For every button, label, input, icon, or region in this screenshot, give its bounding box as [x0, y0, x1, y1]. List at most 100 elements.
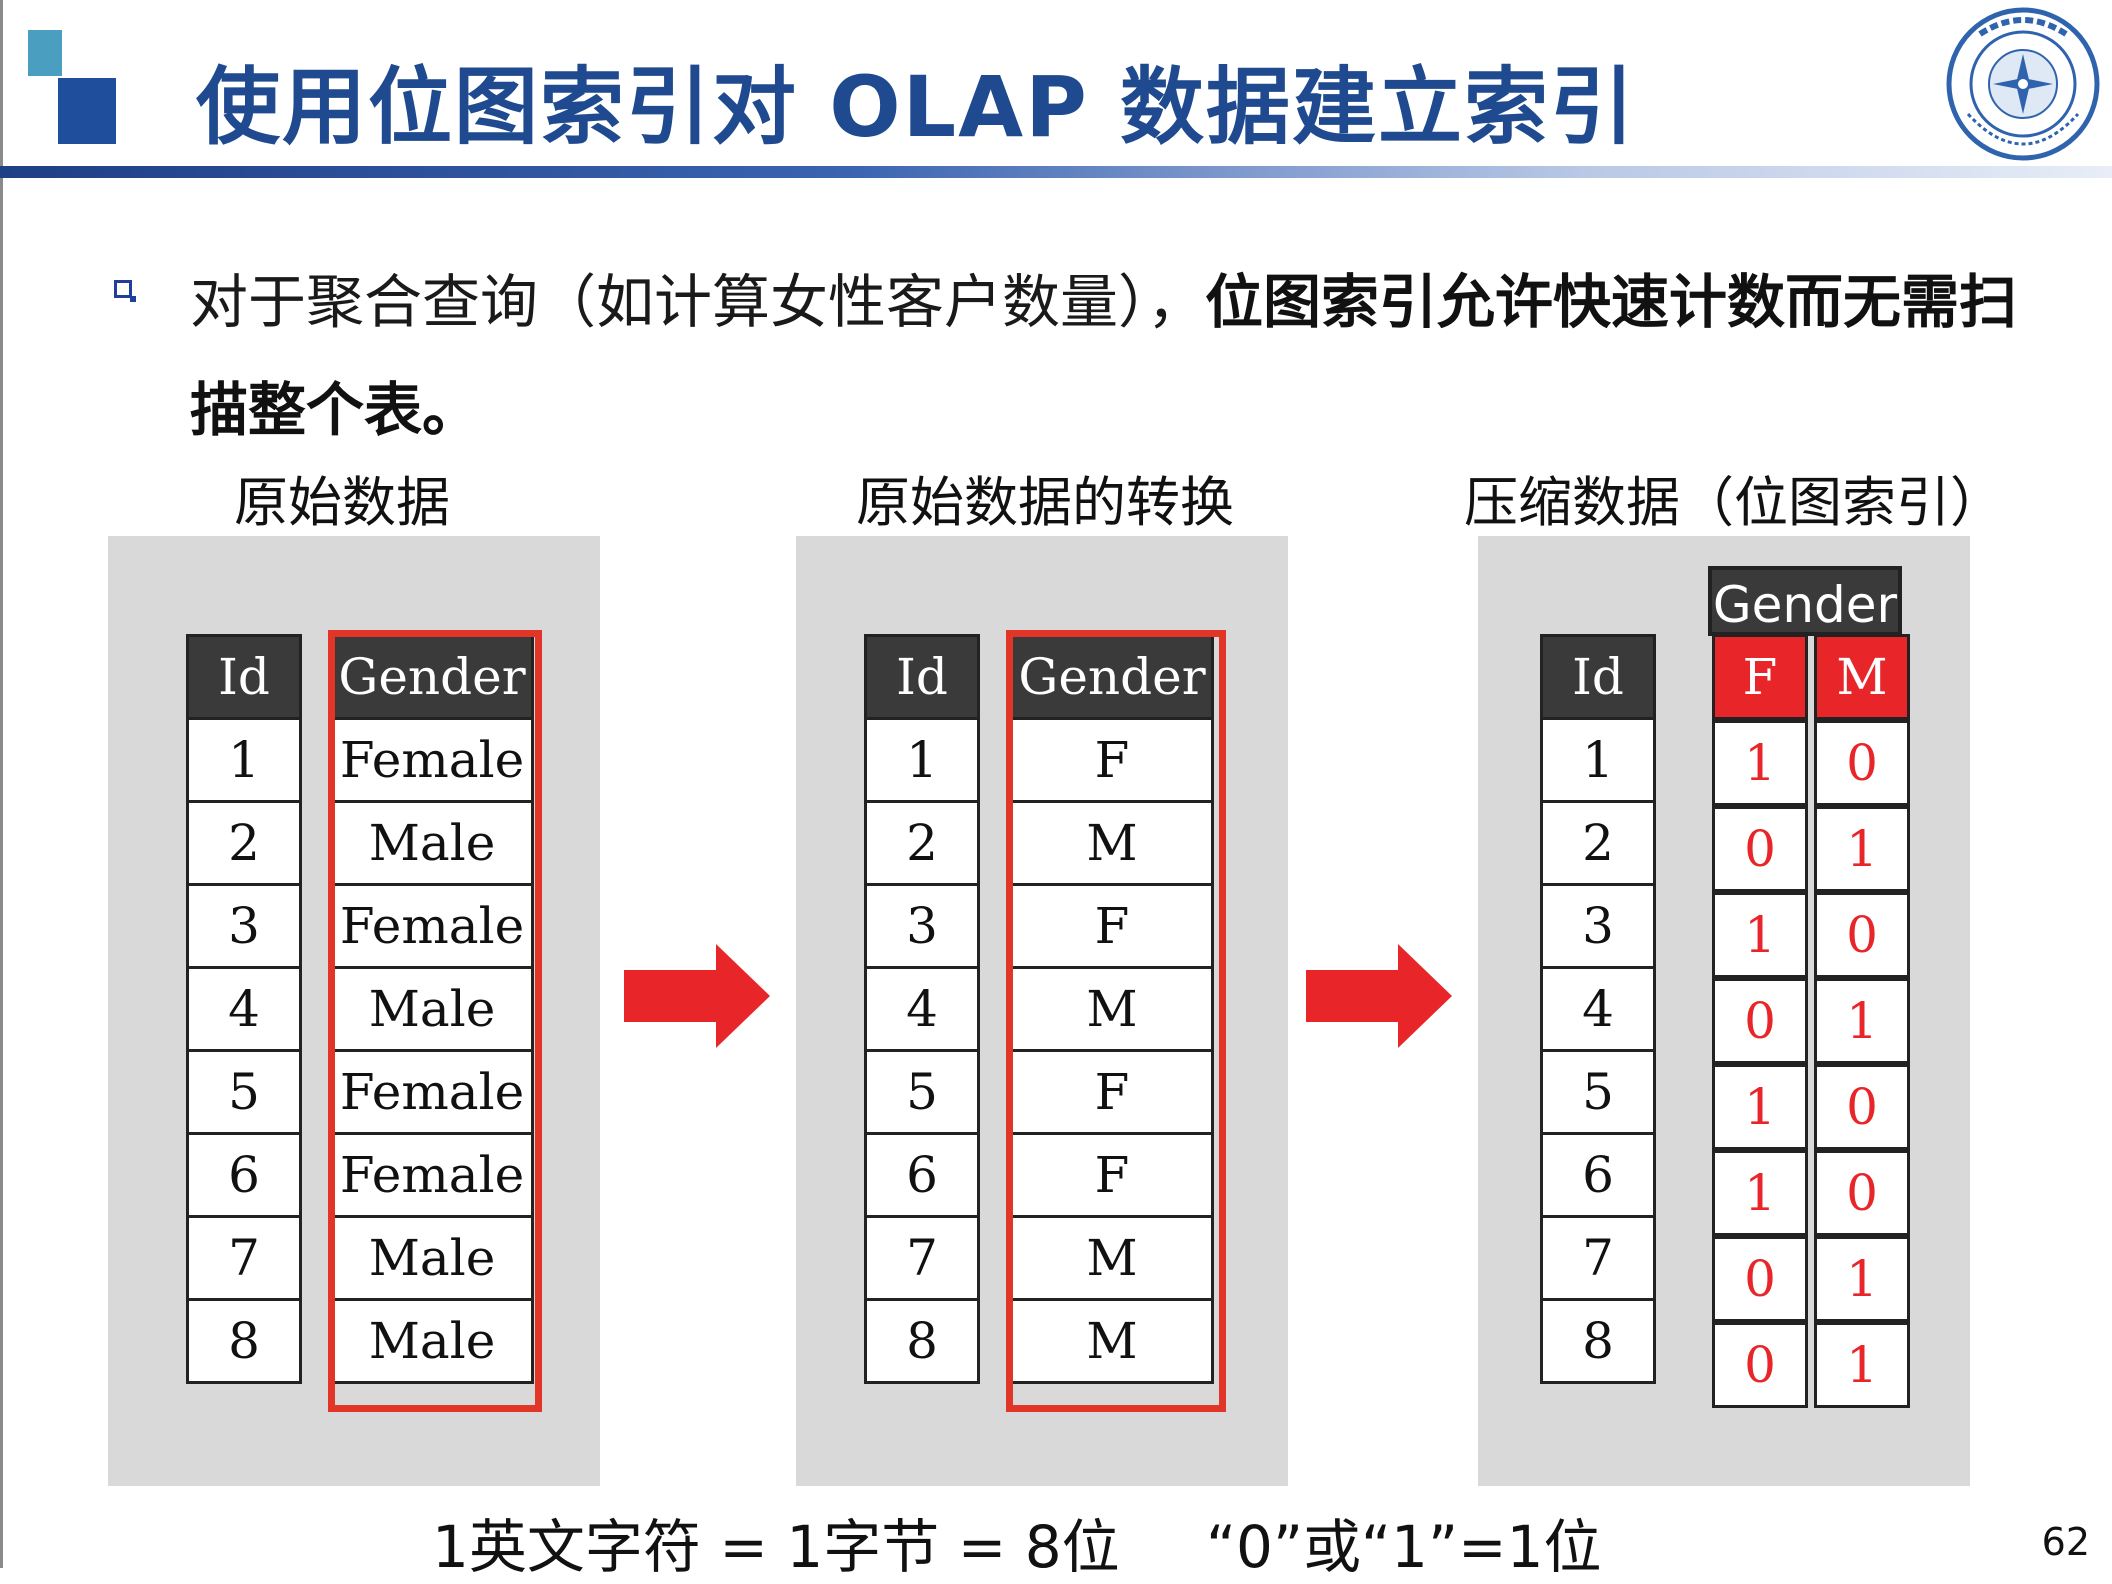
- page-number: 62: [2041, 1520, 2090, 1564]
- m-bit-cell: 0: [1814, 1150, 1910, 1236]
- gender-cell: F: [1010, 883, 1214, 969]
- table-row: 1: [186, 717, 302, 803]
- id-cell: 6: [186, 1132, 302, 1218]
- table-row: 7: [186, 1215, 302, 1301]
- table-row: Female: [330, 717, 534, 803]
- m-bit-cell: 1: [1814, 978, 1910, 1064]
- gender-cell: Female: [330, 1049, 534, 1135]
- gender-cell: F: [1010, 1049, 1214, 1135]
- table-row: 6: [186, 1132, 302, 1218]
- f-bit-cell: 1: [1712, 892, 1808, 978]
- m-column-header: M: [1814, 634, 1910, 720]
- table-row: 5: [1540, 1049, 1656, 1135]
- table-row: 2: [864, 800, 980, 886]
- table-row: 10: [1712, 1064, 1910, 1150]
- m-bit-cell: 1: [1814, 1236, 1910, 1322]
- table-row: F: [1010, 1049, 1214, 1135]
- id-cell: 5: [1540, 1049, 1656, 1135]
- id-cell: 2: [864, 800, 980, 886]
- bitmap-bits-table: F M 1001100110100101: [1706, 634, 1916, 1408]
- table-row: 2: [1540, 800, 1656, 886]
- table-row: 10: [1712, 1150, 1910, 1236]
- table-row: M: [1010, 1215, 1214, 1301]
- f-bit-cell: 1: [1712, 1064, 1808, 1150]
- id-cell: 4: [186, 966, 302, 1052]
- table-row: Male: [330, 966, 534, 1052]
- raw-data-title: 原始数据: [234, 471, 450, 534]
- footnote-byte: 1英文字符 = 1字节 = 8位: [432, 1513, 1120, 1581]
- f-bit-cell: 0: [1712, 1236, 1808, 1322]
- m-bit-cell: 1: [1814, 1322, 1910, 1408]
- gender-cell: M: [1010, 1215, 1214, 1301]
- table-row: M: [1010, 800, 1214, 886]
- gender-cell: Male: [330, 1298, 534, 1384]
- table-row: 7: [864, 1215, 980, 1301]
- compressed-data-title: 压缩数据（位图索引）: [1464, 471, 2004, 534]
- m-bit-cell: 1: [1814, 806, 1910, 892]
- id-cell: 6: [1540, 1132, 1656, 1218]
- id-header: Id: [1540, 634, 1656, 720]
- f-column-header: F: [1712, 634, 1808, 720]
- id-header: Id: [186, 634, 302, 720]
- table-row: 10: [1712, 892, 1910, 978]
- id-cell: 3: [186, 883, 302, 969]
- raw-gender-table: Gender Female Male Female Male Female Female M…: [330, 634, 534, 1384]
- id-cell: 1: [186, 717, 302, 803]
- id-cell: 1: [1540, 717, 1656, 803]
- title-underline: [0, 166, 2112, 178]
- table-row: 8: [1540, 1298, 1656, 1384]
- table-row: 7: [1540, 1215, 1656, 1301]
- table-row: 4: [186, 966, 302, 1052]
- table-row: 8: [864, 1298, 980, 1384]
- gender-cell: Male: [330, 1215, 534, 1301]
- table-row: 5: [186, 1049, 302, 1135]
- f-bit-cell: 0: [1712, 806, 1808, 892]
- table-row: Male: [330, 800, 534, 886]
- id-cell: 7: [1540, 1215, 1656, 1301]
- university-seal-icon: [1946, 7, 2100, 161]
- id-cell: 8: [1540, 1298, 1656, 1384]
- gender-cell: F: [1010, 1132, 1214, 1218]
- table-row: F: [1010, 883, 1214, 969]
- table-row: Female: [330, 1049, 534, 1135]
- id-cell: 7: [864, 1215, 980, 1301]
- id-cell: 2: [1540, 800, 1656, 886]
- table-row: M: [1010, 1298, 1214, 1384]
- slide-title: 使用位图索引对 OLAP 数据建立索引: [196, 58, 1636, 156]
- gender-cell: Male: [330, 800, 534, 886]
- gender-cell: F: [1010, 717, 1214, 803]
- id-cell: 3: [1540, 883, 1656, 969]
- f-bit-cell: 0: [1712, 1322, 1808, 1408]
- id-header: Id: [864, 634, 980, 720]
- gender-header: Gender: [1010, 634, 1214, 720]
- id-cell: 8: [864, 1298, 980, 1384]
- table-row: 01: [1712, 1236, 1910, 1322]
- gender-cell: Male: [330, 966, 534, 1052]
- table-row: F: [1010, 1132, 1214, 1218]
- id-cell: 5: [864, 1049, 980, 1135]
- table-row: Male: [330, 1215, 534, 1301]
- raw-id-table: Id 12345678: [186, 634, 302, 1384]
- table-row: 1: [1540, 717, 1656, 803]
- table-row: 01: [1712, 1322, 1910, 1408]
- decorative-square-dark: [58, 78, 116, 144]
- table-row: Male: [330, 1298, 534, 1384]
- table-row: 6: [864, 1132, 980, 1218]
- gender-cell: M: [1010, 800, 1214, 886]
- transformed-gender-table: Gender FMFMFFMM: [1010, 634, 1214, 1384]
- bitmap-id-table: Id 12345678: [1540, 634, 1656, 1384]
- table-row: 1: [864, 717, 980, 803]
- gender-header: Gender: [330, 634, 534, 720]
- table-row: 3: [186, 883, 302, 969]
- f-bit-cell: 1: [1712, 720, 1808, 806]
- right-arrow-icon: [624, 944, 770, 1048]
- m-bit-cell: 0: [1814, 1064, 1910, 1150]
- f-bit-cell: 1: [1712, 1150, 1808, 1236]
- table-row: 5: [864, 1049, 980, 1135]
- table-row: 4: [1540, 966, 1656, 1052]
- id-cell: 5: [186, 1049, 302, 1135]
- id-cell: 3: [864, 883, 980, 969]
- f-bit-cell: 0: [1712, 978, 1808, 1064]
- bullet-normal-text: 对于聚合查询（如计算女性客户数量），: [190, 268, 1206, 336]
- table-row: 4: [864, 966, 980, 1052]
